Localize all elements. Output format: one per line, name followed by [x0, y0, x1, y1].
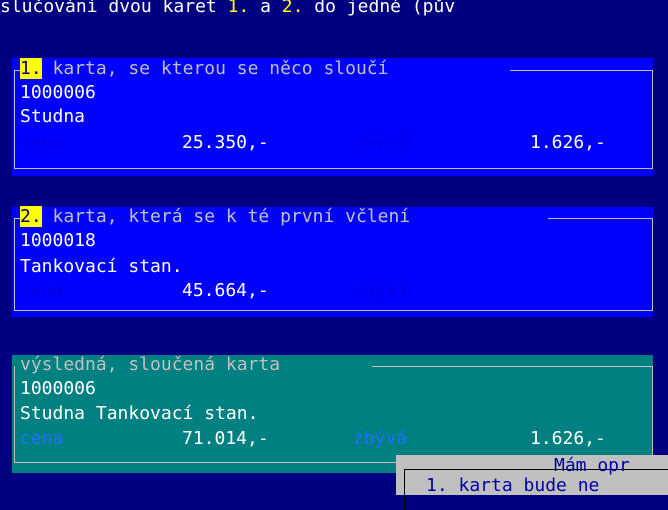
card1-frame-top-right — [510, 70, 652, 71]
card1-remaining-label: zbývá — [353, 132, 408, 153]
card1-code: 1000006 — [20, 82, 96, 103]
card2-price: 45.664,- — [182, 280, 269, 301]
result-price-label: cena — [20, 428, 64, 449]
header-mid: a — [249, 0, 282, 17]
card2-name: Tankovací stan. — [20, 256, 183, 277]
dialog-frame-top-left — [404, 469, 542, 470]
card1-name: Studna — [20, 106, 86, 127]
result-price: 71.014,- — [182, 428, 269, 449]
card2-price-label: cena — [20, 280, 64, 301]
result-remaining-label: zbývá — [353, 428, 408, 449]
result-remaining: 1.626,- — [530, 428, 606, 449]
result-frame-top-right — [372, 366, 652, 367]
header-card2-ref: 2. — [281, 0, 304, 17]
card2-number-badge: 2. — [20, 206, 42, 227]
card2-frame-top-right — [548, 218, 652, 219]
header-line: slučování dvou karet 1. a 2. do jedné (p… — [0, 0, 455, 18]
card2-code: 1000018 — [20, 230, 96, 251]
result-name: Studna Tankovací stan. — [20, 403, 259, 424]
header-prefix: slučování dvou karet — [0, 0, 228, 17]
card1-title: 1. karta, se kterou se něco sloučí — [20, 58, 388, 80]
card1-price-label: cena — [20, 132, 64, 153]
result-title: výsledná, sloučená karta — [20, 354, 281, 375]
dialog-title: Mám opr — [554, 455, 630, 476]
dialog-line1: 1. karta bude ne — [426, 475, 600, 496]
card2-title: 2. karta, která se k té první včlení — [20, 206, 410, 228]
result-code: 1000006 — [20, 378, 96, 399]
card1-remaining: 1.626,- — [530, 132, 606, 153]
card1-price: 25.350,- — [182, 132, 269, 153]
confirm-dialog[interactable]: Mám opr 1. karta bude ne — [396, 455, 668, 510]
card2-remaining-label: zbývá — [353, 280, 408, 301]
card2-title-text: karta, která se k té první včlení — [41, 206, 411, 227]
card1-frame — [14, 70, 653, 169]
card1-title-text: karta, se kterou se něco sloučí — [41, 58, 389, 79]
header-suffix: do jedné (pův — [303, 0, 456, 17]
header-card1-ref: 1. — [227, 0, 250, 17]
card1-number-badge: 1. — [20, 58, 42, 79]
